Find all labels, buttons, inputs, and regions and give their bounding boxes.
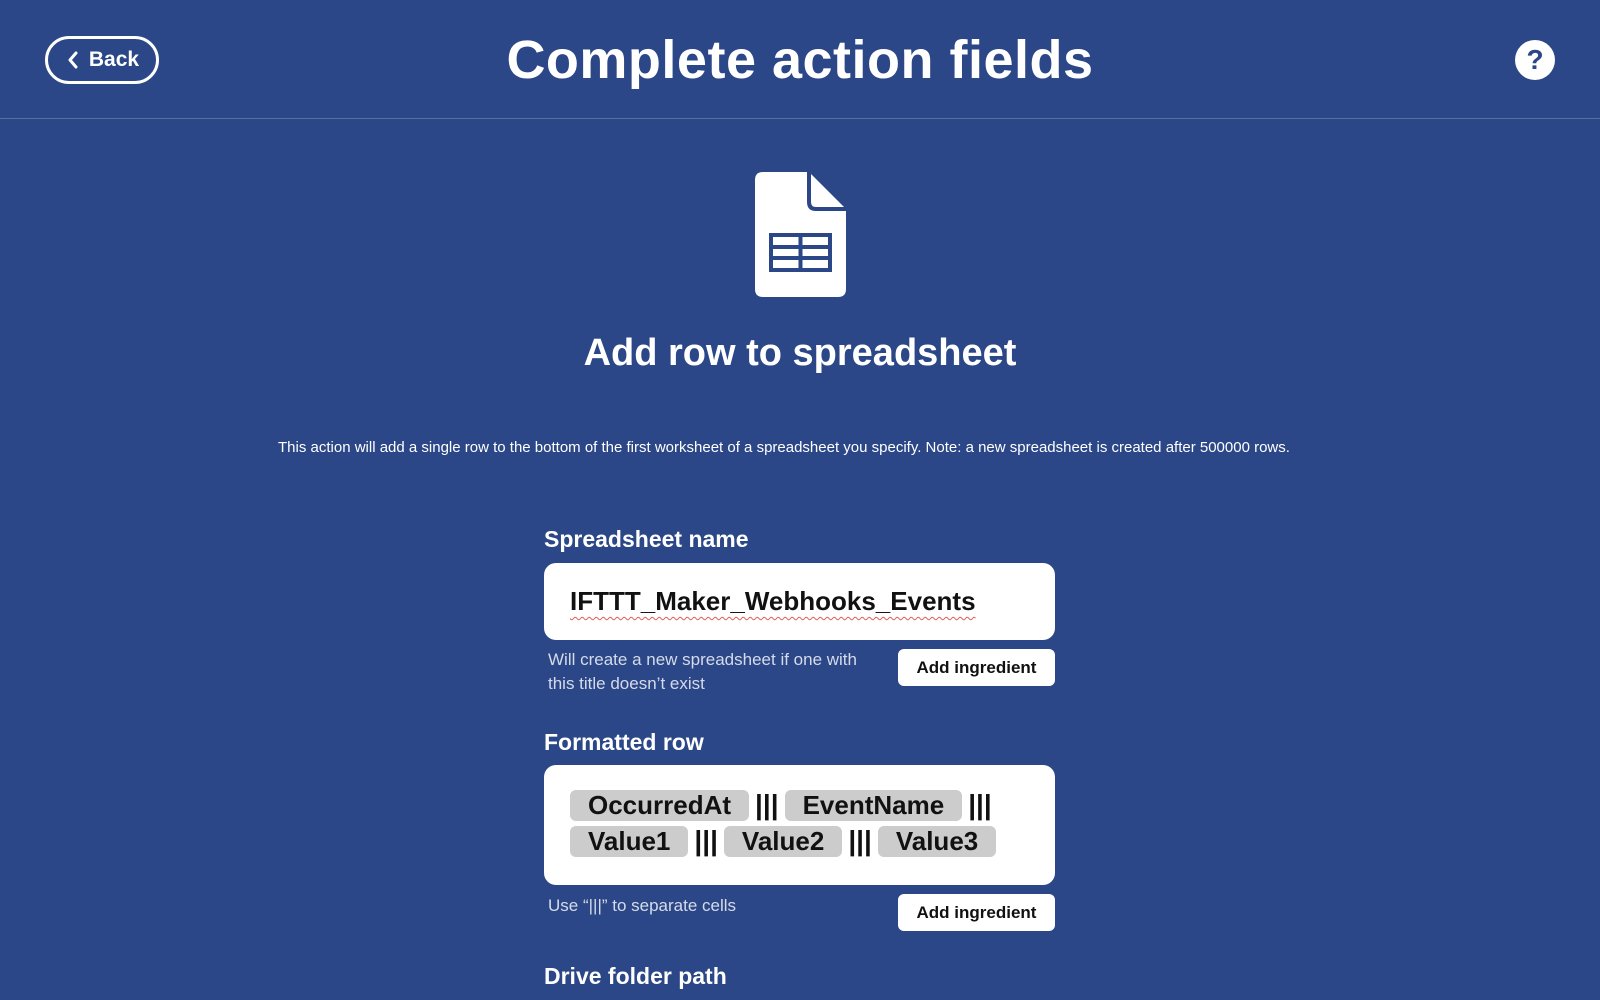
ingredient-pill[interactable]: Value2	[723, 825, 843, 857]
help-icon[interactable]: ?	[1515, 40, 1555, 80]
formatted-row-line: Value1 ||| Value2 ||| Value3	[570, 823, 1029, 859]
action-description: This action will add a single row to the…	[278, 439, 1290, 456]
page-title: Complete action fields	[506, 30, 1094, 90]
formatted-row-line: OccurredAt ||| EventName |||	[570, 787, 1029, 823]
cell-separator: |||	[968, 789, 992, 820]
cell-separator: |||	[848, 825, 872, 856]
formatted-row-label: Formatted row	[544, 729, 704, 755]
ingredient-pill[interactable]: Value1	[570, 825, 689, 857]
ingredient-pill[interactable]: Value3	[877, 825, 997, 857]
spreadsheet-name-input[interactable]: IFTTT_Maker_Webhooks_Events	[544, 563, 1055, 640]
formatted-row-helper: Use “|||” to separate cells	[548, 896, 737, 915]
cell-separator: |||	[694, 825, 718, 856]
action-title: Add row to spreadsheet	[583, 332, 1017, 374]
spreadsheet-icon	[755, 172, 846, 297]
formatted-row-input[interactable]: OccurredAt ||| EventName ||| Value1 ||| …	[544, 765, 1055, 885]
spreadsheet-name-label: Spreadsheet name	[544, 526, 749, 552]
drive-folder-path-label: Drive folder path	[544, 963, 727, 989]
header-bar: Back Complete action fields ?	[0, 0, 1600, 119]
cell-separator: |||	[755, 789, 779, 820]
spreadsheet-name-helper: Will create a new spreadsheet if one wit…	[548, 650, 857, 693]
add-ingredient-button[interactable]: Add ingredient	[898, 649, 1055, 686]
spreadsheet-name-value: IFTTT_Maker_Webhooks_Events	[570, 586, 976, 616]
ingredient-pill[interactable]: OccurredAt	[570, 789, 750, 821]
ingredient-pill[interactable]: EventName	[784, 789, 963, 821]
add-ingredient-button[interactable]: Add ingredient	[898, 894, 1055, 931]
